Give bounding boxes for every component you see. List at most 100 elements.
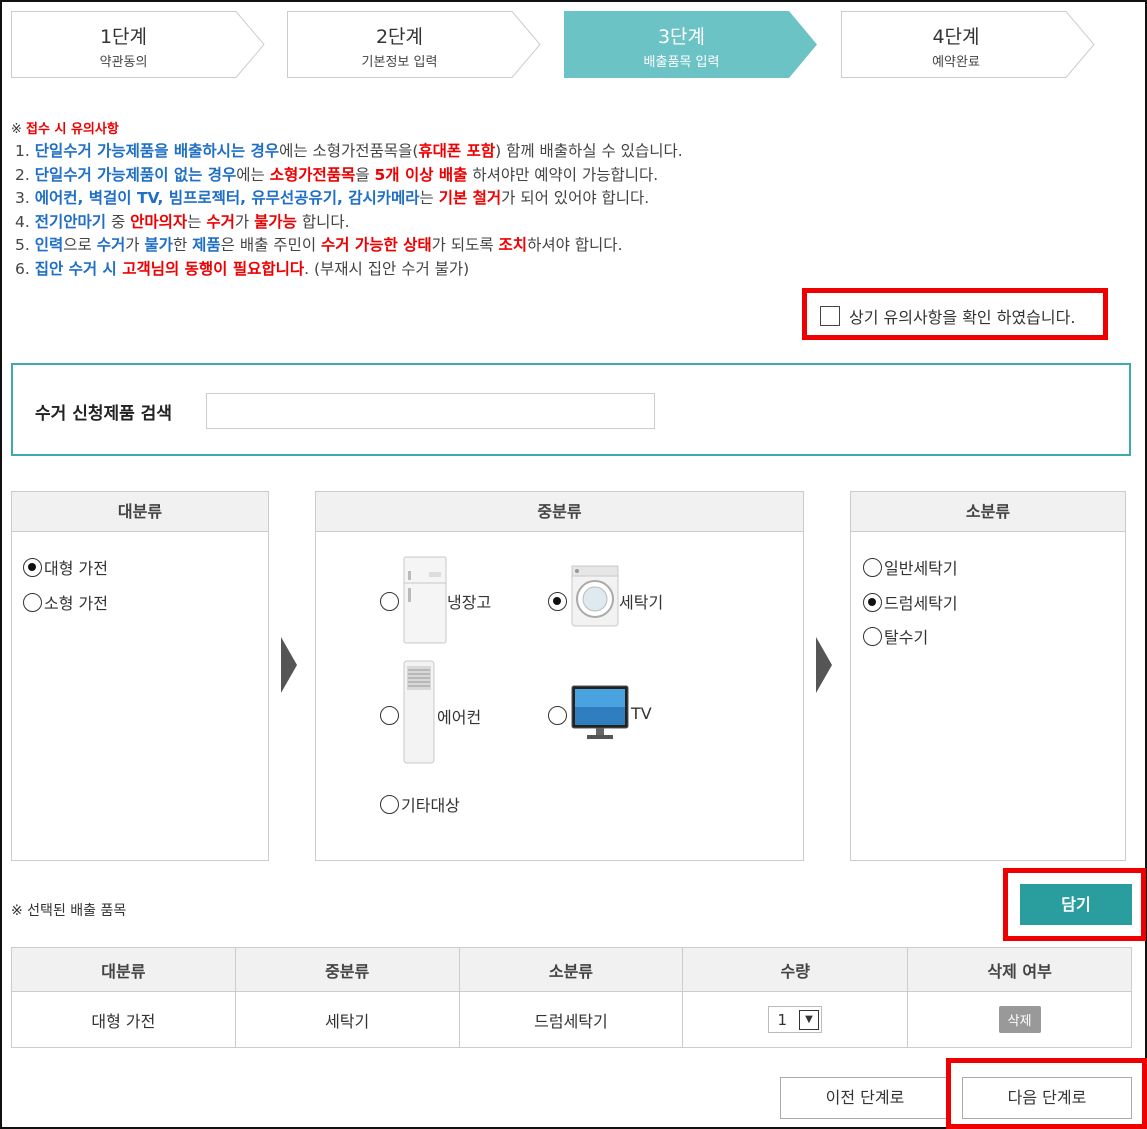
notice-text: 5개 이상 배출 bbox=[374, 165, 468, 184]
major-option-large[interactable]: 대형 가전 bbox=[23, 555, 108, 579]
notice-text: 가 bbox=[125, 236, 145, 255]
notice-text: 4. bbox=[15, 212, 35, 231]
notice-text: 1. bbox=[15, 142, 35, 160]
notice-line: 1. 단일수거 가능제품을 배출하시는 경우에는 소형가전품목을(휴대폰 포함)… bbox=[15, 140, 683, 164]
major-option-small[interactable]: 소형 가전 bbox=[23, 590, 108, 614]
radio-unchecked[interactable] bbox=[23, 592, 42, 612]
search-label: 수거 신청제품 검색 bbox=[35, 404, 172, 424]
step-number: 1단계 bbox=[99, 26, 148, 48]
notice-line: 3. 에어컨, 벽걸이 TV, 빔프로젝터, 유무선공유기, 감시카메라는 기본… bbox=[15, 187, 683, 211]
minor-option-general-washer[interactable]: 일반세탁기 bbox=[863, 555, 958, 579]
column-header: 대분류 bbox=[11, 947, 236, 992]
notice-text: 6. bbox=[15, 259, 35, 278]
table-row: 대형 가전 세탁기 드럼세탁기 1 ▼ 삭제 bbox=[11, 991, 1132, 1048]
radio-unchecked[interactable] bbox=[548, 706, 567, 725]
radio-checked[interactable] bbox=[23, 557, 42, 577]
middle-option-label[interactable]: 세탁기 bbox=[619, 589, 663, 613]
radio-checked[interactable] bbox=[863, 592, 882, 612]
radio-unchecked[interactable] bbox=[380, 592, 399, 611]
notice-text: 인력 bbox=[34, 236, 64, 255]
cell-major: 대형 가전 bbox=[11, 991, 236, 1048]
middle-option-label[interactable]: 에어컨 bbox=[437, 704, 481, 728]
notice-text: 불가능 bbox=[254, 212, 297, 231]
notice-text: 불가 bbox=[144, 236, 173, 255]
confirm-label: 상기 유의사항을 확인 하였습니다. bbox=[849, 308, 1076, 327]
prev-step-button[interactable]: 이전 단계로 bbox=[780, 1077, 950, 1119]
notice-text: 전기안마기 bbox=[34, 212, 107, 231]
column-header: 중분류 bbox=[234, 947, 460, 992]
middle-option-label[interactable]: 냉장고 bbox=[447, 589, 491, 613]
notice-text: 하셔야 합니다. bbox=[527, 236, 623, 255]
notice-text: 는 bbox=[187, 212, 207, 231]
notice-text: 으로 bbox=[63, 236, 97, 255]
arrow-right-icon bbox=[281, 637, 297, 693]
notice-text: 가 되어 있어야 합니다. bbox=[501, 189, 650, 208]
notice-text: 하셔야만 예약이 가능합니다. bbox=[467, 165, 659, 184]
notice-list: 1. 단일수거 가능제품을 배출하시는 경우에는 소형가전품목을(휴대폰 포함)… bbox=[15, 140, 683, 282]
radio-unchecked[interactable] bbox=[863, 626, 882, 646]
notice-text: 집안 수거 시 bbox=[34, 259, 123, 278]
step-number: 3단계 bbox=[657, 26, 706, 48]
notice-text: 에는 bbox=[236, 165, 270, 184]
column-header: 수량 bbox=[682, 947, 909, 992]
confirm-checkbox-row[interactable]: 상기 유의사항을 확인 하였습니다. bbox=[820, 304, 1075, 328]
radio-unchecked[interactable] bbox=[380, 706, 399, 725]
notice-text: 수거 가능한 상태 bbox=[321, 236, 432, 255]
notice-text: 단일수거 가능제품이 없는 경우 bbox=[34, 165, 237, 184]
notice-text: 수거 bbox=[206, 212, 235, 231]
table-header-row: 대분류 중분류 소분류 수량 삭제 여부 bbox=[11, 947, 1132, 992]
arrow-right-icon bbox=[816, 637, 832, 693]
step-label: 예약완료 bbox=[932, 55, 980, 70]
notice-text: 는 bbox=[419, 189, 439, 208]
notice-text: 휴대폰 포함 bbox=[418, 142, 496, 160]
chevron-down-icon[interactable]: ▼ bbox=[799, 1009, 820, 1030]
step-number: 4단계 bbox=[932, 26, 980, 48]
notice-mark: ※ bbox=[11, 122, 27, 137]
minor-option-drum-washer[interactable]: 드럼세탁기 bbox=[863, 590, 958, 614]
option-label: 드럼세탁기 bbox=[884, 594, 958, 613]
notice-line: 2. 단일수거 가능제품이 없는 경우에는 소형가전품목을 5개 이상 배출 하… bbox=[15, 164, 683, 188]
notice-text: 가 되도록 bbox=[431, 236, 499, 255]
selected-items-label: ※ 선택된 배출 품목 bbox=[11, 903, 127, 919]
tv-icon bbox=[571, 685, 629, 739]
notice-text: 5. bbox=[15, 236, 35, 255]
option-label: 소형 가전 bbox=[44, 594, 108, 613]
step-number: 2단계 bbox=[375, 26, 424, 48]
cell-minor: 드럼세탁기 bbox=[458, 991, 684, 1048]
notice-text: 고객님의 동행이 필요합니다 bbox=[122, 259, 305, 278]
notice-text: 합니다. bbox=[296, 212, 350, 231]
notice-text: . (부재시 집안 수거 불가) bbox=[304, 259, 470, 278]
search-input[interactable] bbox=[206, 393, 655, 429]
add-button[interactable]: 담기 bbox=[1020, 884, 1132, 925]
cell-delete: 삭제 bbox=[907, 991, 1132, 1048]
notice-text: 안마의자 bbox=[130, 212, 188, 231]
minor-option-spin-dryer[interactable]: 탈수기 bbox=[863, 624, 928, 648]
step-label: 배출품목 입력 bbox=[643, 55, 720, 70]
step-1: 1단계 약관동의 bbox=[11, 11, 265, 78]
notice-text: 3. bbox=[15, 189, 35, 208]
notice-line: 5. 인력으로 수거가 불가한 제품은 배출 주민이 수거 가능한 상태가 되도… bbox=[15, 234, 683, 258]
step-2: 2단계 기본정보 입력 bbox=[287, 11, 541, 78]
notice-text: 가 bbox=[234, 212, 255, 231]
notice-text: 수거 bbox=[96, 236, 126, 255]
major-category-title: 대분류 bbox=[12, 492, 268, 532]
minor-category-title: 소분류 bbox=[851, 492, 1125, 532]
quantity-value: 1 bbox=[777, 1010, 788, 1029]
column-header: 삭제 여부 bbox=[907, 947, 1132, 992]
radio-unchecked[interactable] bbox=[380, 794, 399, 814]
notice-text: ) 함께 배출하실 수 있습니다. bbox=[495, 142, 683, 160]
notice-text: 소형가전품목 bbox=[269, 165, 356, 184]
confirm-checkbox[interactable] bbox=[820, 306, 840, 326]
cell-qty: 1 ▼ bbox=[682, 991, 909, 1048]
notice-line: 6. 집안 수거 시 고객님의 동행이 필요합니다. (부재시 집안 수거 불가… bbox=[15, 258, 683, 282]
middle-option-other[interactable]: 기타대상 bbox=[380, 792, 460, 816]
option-label: 기타대상 bbox=[401, 796, 460, 815]
notice-heading: ※ 접수 시 유의사항 bbox=[11, 118, 119, 137]
option-label: 대형 가전 bbox=[44, 559, 108, 578]
radio-unchecked[interactable] bbox=[863, 557, 882, 577]
quantity-select[interactable]: 1 ▼ bbox=[768, 1006, 823, 1033]
radio-checked[interactable] bbox=[548, 592, 567, 611]
middle-option-label[interactable]: TV bbox=[631, 704, 652, 723]
next-step-button[interactable]: 다음 단계로 bbox=[962, 1077, 1132, 1119]
delete-button[interactable]: 삭제 bbox=[998, 1006, 1041, 1033]
